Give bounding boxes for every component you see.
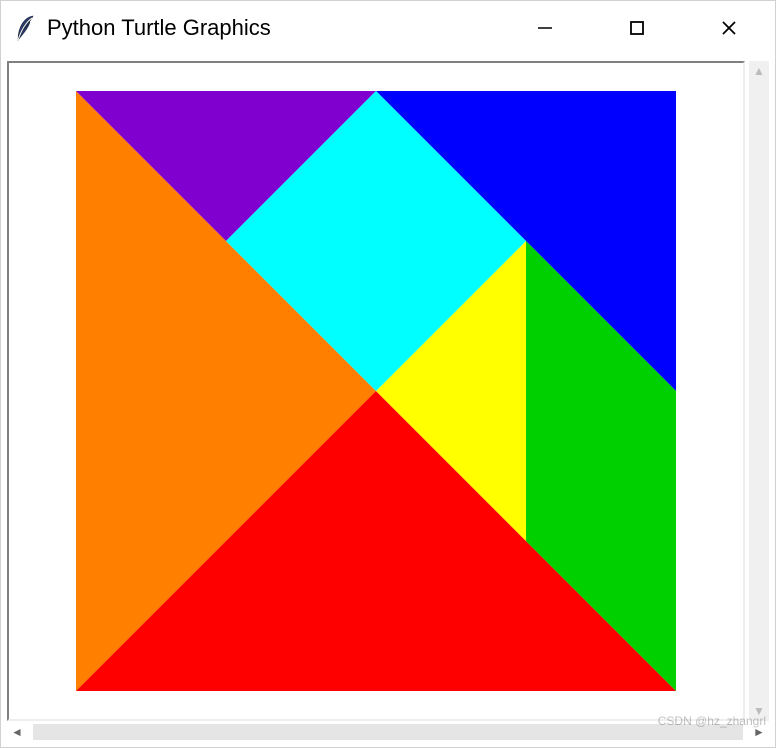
horizontal-scroll-track[interactable]	[33, 724, 743, 740]
scroll-down-icon: ▼	[753, 705, 765, 717]
window-controls	[499, 1, 775, 55]
application-window: Python Turtle Graphics	[0, 0, 776, 748]
close-icon	[720, 19, 738, 37]
turtle-canvas	[76, 91, 676, 691]
window-title: Python Turtle Graphics	[47, 15, 499, 41]
scroll-right-icon: ►	[749, 726, 769, 738]
feather-icon	[15, 14, 35, 42]
horizontal-scrollbar[interactable]: ◄ ►	[7, 721, 769, 743]
title-bar[interactable]: Python Turtle Graphics	[1, 1, 775, 55]
minimize-icon	[536, 19, 554, 37]
maximize-button[interactable]	[591, 1, 683, 55]
canvas-frame	[7, 61, 745, 721]
vertical-scrollbar[interactable]: ▲ ▼	[749, 61, 769, 721]
scroll-left-icon: ◄	[7, 726, 27, 738]
client-area: ▲ ▼	[1, 55, 775, 721]
maximize-icon	[628, 19, 646, 37]
scroll-up-icon: ▲	[753, 65, 765, 77]
close-button[interactable]	[683, 1, 775, 55]
minimize-button[interactable]	[499, 1, 591, 55]
